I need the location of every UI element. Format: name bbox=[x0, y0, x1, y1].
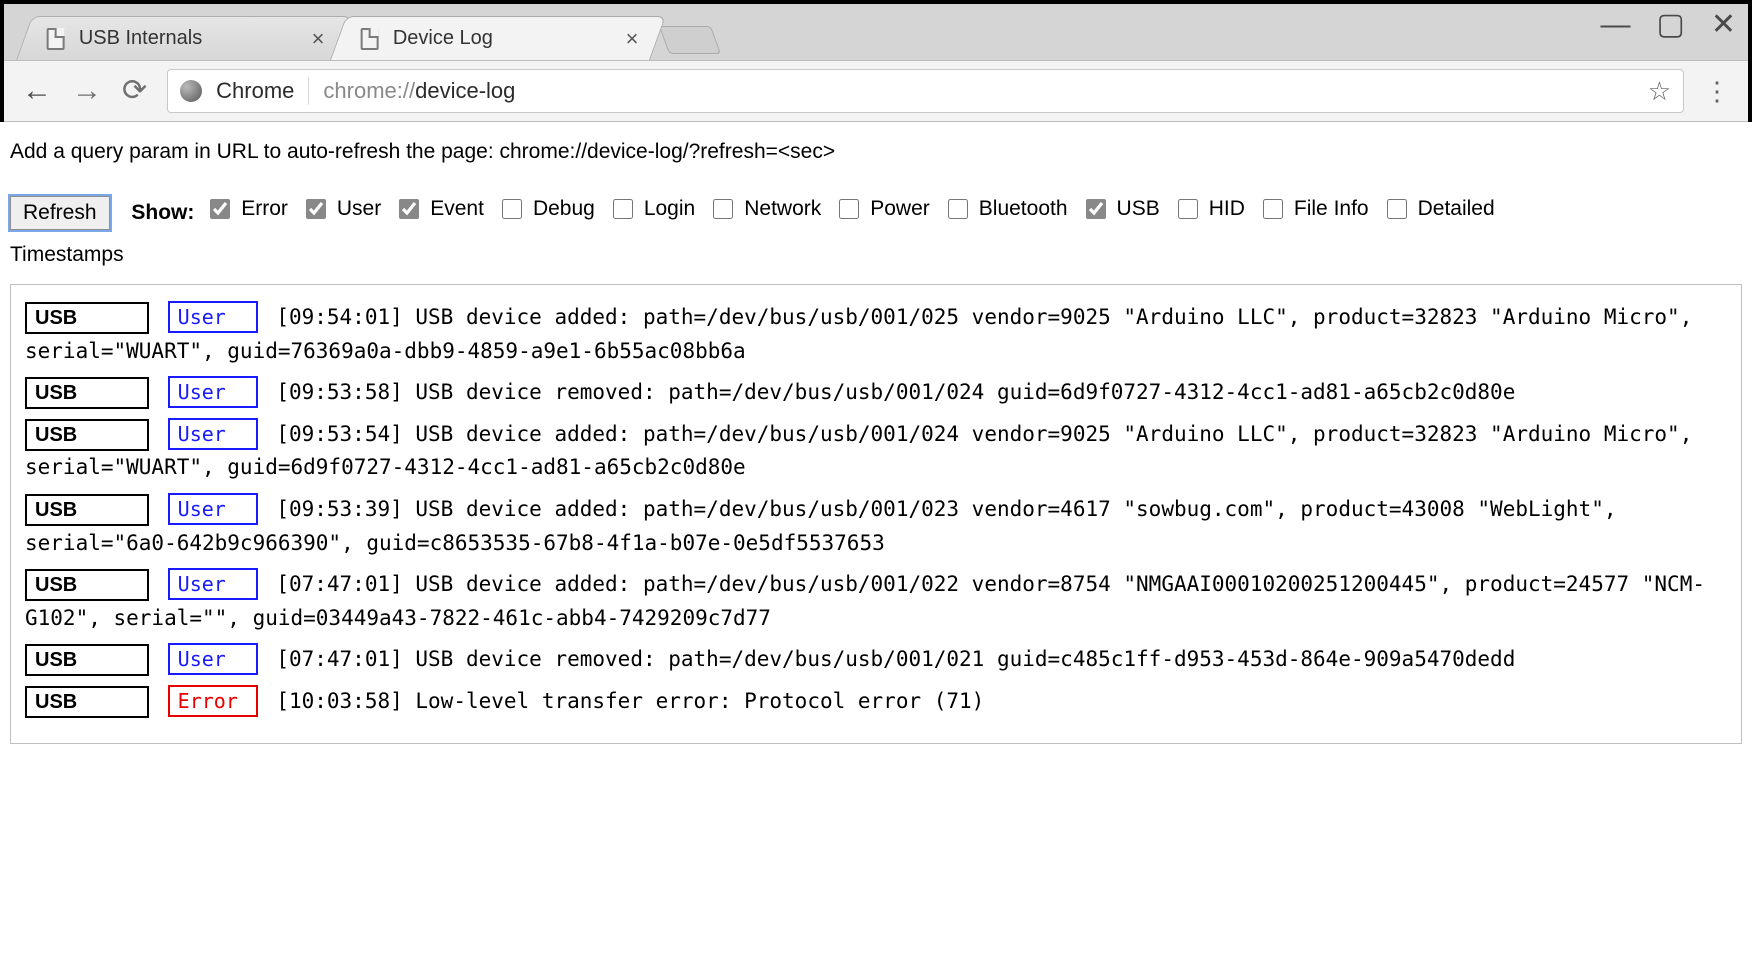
tab-title: Device Log bbox=[393, 27, 612, 50]
show-label: Show: bbox=[131, 201, 194, 224]
refresh-button[interactable]: Refresh bbox=[10, 196, 110, 230]
log-type-tag: USB bbox=[25, 419, 149, 451]
filter-label: USB bbox=[1117, 188, 1160, 230]
log-type-tag: USB bbox=[25, 644, 149, 676]
filter-error[interactable]: Error bbox=[206, 188, 288, 230]
filter-label: Power bbox=[870, 188, 930, 230]
minimize-icon[interactable]: ― bbox=[1601, 10, 1631, 40]
filter-usb[interactable]: USB bbox=[1082, 188, 1160, 230]
filter-checkbox[interactable] bbox=[713, 199, 733, 219]
url-prefix: chrome:// bbox=[323, 78, 415, 103]
log-entry: USB User [09:53:39] USB device added: pa… bbox=[25, 493, 1727, 560]
filter-label: Error bbox=[241, 188, 288, 230]
filter-label: Network bbox=[744, 188, 821, 230]
log-level-tag: User bbox=[168, 418, 258, 450]
filter-label: Bluetooth bbox=[979, 188, 1068, 230]
log-message: [09:53:39] USB device added: path=/dev/b… bbox=[25, 497, 1616, 555]
log-entry: USB User [09:53:58] USB device removed: … bbox=[25, 376, 1727, 410]
separator bbox=[308, 77, 309, 105]
auto-refresh-hint: Add a query param in URL to auto-refresh… bbox=[10, 140, 1742, 164]
log-entry: USB User [09:53:54] USB device added: pa… bbox=[25, 418, 1727, 485]
log-level-tag: User bbox=[168, 493, 258, 525]
filter-checkbox[interactable] bbox=[210, 199, 230, 219]
filter-checkbox[interactable] bbox=[1387, 199, 1407, 219]
tab-device-log[interactable]: Device Log × bbox=[330, 16, 666, 60]
filter-power[interactable]: Power bbox=[835, 188, 930, 230]
filter-login[interactable]: Login bbox=[609, 188, 695, 230]
page-icon bbox=[47, 28, 65, 50]
filter-checkbox[interactable] bbox=[613, 199, 633, 219]
bookmark-star-icon[interactable]: ☆ bbox=[1648, 76, 1671, 107]
log-message: [07:47:01] USB device removed: path=/dev… bbox=[276, 647, 1515, 671]
filter-label: User bbox=[337, 188, 381, 230]
filter-event[interactable]: Event bbox=[395, 188, 484, 230]
filter-bluetooth[interactable]: Bluetooth bbox=[944, 188, 1068, 230]
chrome-icon bbox=[180, 80, 202, 102]
back-button[interactable]: ← bbox=[22, 76, 52, 106]
log-panel: USB User [09:54:01] USB device added: pa… bbox=[10, 284, 1742, 744]
filter-hid[interactable]: HID bbox=[1174, 188, 1245, 230]
log-message: [10:03:58] Low-level transfer error: Pro… bbox=[276, 689, 984, 713]
log-type-tag: USB bbox=[25, 302, 149, 334]
filter-checkbox[interactable] bbox=[948, 199, 968, 219]
tab-strip: USB Internals × Device Log × ― ▢ ✕ bbox=[4, 4, 1748, 60]
page-icon bbox=[361, 28, 379, 50]
filter-network[interactable]: Network bbox=[709, 188, 821, 230]
filter-label: HID bbox=[1209, 188, 1245, 230]
filter-debug[interactable]: Debug bbox=[498, 188, 595, 230]
filter-detailed[interactable]: Detailed bbox=[1383, 188, 1495, 230]
log-level-tag: User bbox=[168, 643, 258, 675]
filter-checkbox[interactable] bbox=[839, 199, 859, 219]
filter-checkbox[interactable] bbox=[1086, 199, 1106, 219]
log-level-tag: User bbox=[168, 568, 258, 600]
close-icon[interactable]: × bbox=[626, 28, 639, 50]
filter-checkbox[interactable] bbox=[502, 199, 522, 219]
log-message: [07:47:01] USB device added: path=/dev/b… bbox=[25, 572, 1705, 630]
log-type-tag: USB bbox=[25, 686, 149, 718]
toolbar: ← → ⟳ Chrome chrome://device-log ☆ ⋮ bbox=[4, 60, 1748, 122]
page-body: Add a query param in URL to auto-refresh… bbox=[0, 122, 1752, 764]
timestamps-label: Timestamps bbox=[10, 243, 124, 266]
reload-button[interactable]: ⟳ bbox=[122, 76, 147, 106]
log-type-tag: USB bbox=[25, 569, 149, 601]
close-window-icon[interactable]: ✕ bbox=[1711, 10, 1736, 40]
log-message: [09:53:54] USB device added: path=/dev/b… bbox=[25, 422, 1692, 480]
log-entry: USB Error [10:03:58] Low-level transfer … bbox=[25, 685, 1727, 719]
log-entry: USB User [09:54:01] USB device added: pa… bbox=[25, 301, 1727, 368]
filter-checkbox[interactable] bbox=[399, 199, 419, 219]
window-controls: ― ▢ ✕ bbox=[1601, 10, 1737, 40]
tab-title: USB Internals bbox=[79, 27, 298, 50]
maximize-icon[interactable]: ▢ bbox=[1657, 10, 1685, 40]
filter-checkbox[interactable] bbox=[306, 199, 326, 219]
url-host: device-log bbox=[415, 78, 515, 103]
log-type-tag: USB bbox=[25, 377, 149, 409]
address-bar[interactable]: Chrome chrome://device-log ☆ bbox=[167, 69, 1684, 113]
url-text: chrome://device-log bbox=[323, 78, 515, 104]
filter-label: Debug bbox=[533, 188, 595, 230]
filter-checkbox[interactable] bbox=[1263, 199, 1283, 219]
controls-row: Refresh Show: Error User Event Debug Login Ne… bbox=[10, 188, 1742, 276]
close-icon[interactable]: × bbox=[312, 28, 325, 50]
menu-button[interactable]: ⋮ bbox=[1704, 86, 1730, 96]
tab-usb-internals[interactable]: USB Internals × bbox=[16, 16, 352, 60]
log-level-tag: User bbox=[168, 376, 258, 408]
filter-file-info[interactable]: File Info bbox=[1259, 188, 1369, 230]
filter-checkbox[interactable] bbox=[1178, 199, 1198, 219]
url-scheme-label: Chrome bbox=[216, 78, 294, 104]
log-type-tag: USB bbox=[25, 494, 149, 526]
log-entry: USB User [07:47:01] USB device removed: … bbox=[25, 643, 1727, 677]
filter-user[interactable]: User bbox=[302, 188, 381, 230]
log-level-tag: User bbox=[168, 301, 258, 333]
filter-label: Event bbox=[430, 188, 484, 230]
log-message: [09:53:58] USB device removed: path=/dev… bbox=[276, 380, 1515, 404]
browser-chrome: USB Internals × Device Log × ― ▢ ✕ ← → ⟳… bbox=[0, 0, 1752, 122]
filter-label: File Info bbox=[1294, 188, 1369, 230]
filter-label: Login bbox=[644, 188, 695, 230]
forward-button[interactable]: → bbox=[72, 76, 102, 106]
new-tab-button[interactable] bbox=[659, 26, 721, 54]
log-level-tag: Error bbox=[168, 685, 258, 717]
log-message: [09:54:01] USB device added: path=/dev/b… bbox=[25, 305, 1692, 363]
filter-label: Detailed bbox=[1418, 188, 1495, 230]
log-entry: USB User [07:47:01] USB device added: pa… bbox=[25, 568, 1727, 635]
